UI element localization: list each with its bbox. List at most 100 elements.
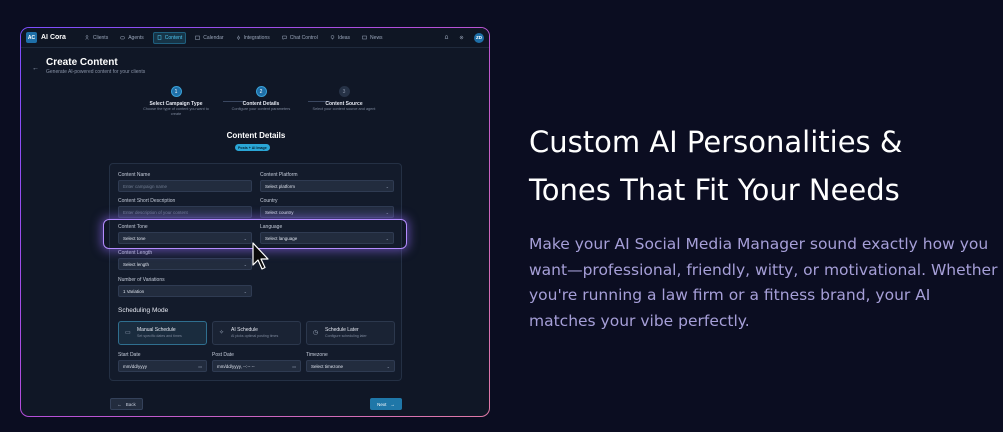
nav-label: Content <box>164 34 183 41</box>
headline-line-2: Tones That Fit Your Needs <box>529 173 900 207</box>
calendar-icon <box>195 35 201 40</box>
logo-badge: AC <box>26 32 37 43</box>
manual-schedule-option[interactable]: ▭ Manual Schedule Set specific dates and… <box>118 321 207 345</box>
option-desc: Configure scheduling later <box>325 334 367 338</box>
variations-value: 1 Variation <box>123 288 145 294</box>
chevron-down-icon: ⌄ <box>243 288 247 294</box>
option-title: Manual Schedule <box>137 327 176 333</box>
country-select[interactable]: Select country ⌄ <box>260 206 394 218</box>
post-date-label: Post Date <box>212 352 234 358</box>
chevron-down-icon: ⌄ <box>386 363 390 369</box>
logo[interactable]: AC AI Cora <box>26 32 66 43</box>
next-button[interactable]: Next → <box>370 398 402 410</box>
back-label: Back <box>125 401 136 407</box>
back-button[interactable]: ← Back <box>110 398 143 410</box>
nav-item-agents[interactable]: Agents <box>117 33 147 43</box>
calendar-icon: ▭ <box>292 363 296 369</box>
step-desc: Configure your content parameters <box>231 107 291 111</box>
nav-label: News <box>370 34 383 41</box>
plug-icon <box>236 35 240 40</box>
step-1[interactable]: 1 Select Campaign Type Choose the type o… <box>141 86 211 117</box>
step-2[interactable]: 2 Content Details Configure your content… <box>226 86 296 112</box>
clock-icon: ◷ <box>313 330 319 336</box>
sparkle-icon: ✧ <box>219 330 225 336</box>
option-desc: AI picks optimal posting times <box>231 334 279 338</box>
nav-item-calendar[interactable]: Calendar <box>192 33 226 43</box>
gear-icon[interactable] <box>459 35 464 40</box>
timezone-value: Select timezone <box>311 363 344 369</box>
timezone-select[interactable]: Select timezone ⌄ <box>306 360 395 372</box>
newspaper-icon <box>362 35 367 40</box>
step-number: 1 <box>170 86 182 97</box>
section-title: Content Details <box>226 131 286 140</box>
content-name-placeholder: Enter campaign name <box>123 183 168 189</box>
step-desc: Select your content source and agent <box>312 107 376 111</box>
nav-item-clients[interactable]: Clients <box>82 33 111 43</box>
bot-icon <box>120 36 125 40</box>
content-details-card: Content Name Enter campaign name Content… <box>109 163 402 381</box>
country-value: Select country <box>265 209 294 215</box>
variations-label: Number of Variations <box>118 277 165 283</box>
ai-schedule-option[interactable]: ✧ AI Schedule AI picks optimal posting t… <box>212 321 301 345</box>
users-icon <box>85 35 89 40</box>
chevron-down-icon: ⌄ <box>385 209 389 215</box>
headline-line-1: Custom AI Personalities & <box>529 125 903 159</box>
short-desc-placeholder: Enter description of your content <box>123 209 188 215</box>
arrow-left-icon: ← <box>117 401 122 407</box>
app-name: AI Cora <box>41 34 66 41</box>
calendar-icon: ▭ <box>125 330 131 336</box>
chat-icon <box>281 35 287 40</box>
nav-item-ideas[interactable]: Ideas <box>327 33 353 43</box>
option-title: AI Schedule <box>231 327 258 333</box>
marketing-paragraph: Make your AI Social Media Manager sound … <box>529 235 998 330</box>
step-desc: Choose the type of content you want to c… <box>143 107 209 116</box>
schedule-later-option[interactable]: ◷ Schedule Later Configure scheduling la… <box>306 321 395 345</box>
back-arrow-icon[interactable]: ← <box>32 65 39 72</box>
nav-item-chat-control[interactable]: Chat Control <box>279 33 321 43</box>
platform-select[interactable]: Select platform ⌄ <box>260 180 394 192</box>
nav-label: Agents <box>128 34 144 41</box>
step-number: 3 <box>338 86 350 97</box>
stepper: 1 Select Campaign Type Choose the type o… <box>141 86 381 126</box>
length-label: Content Length <box>118 250 153 256</box>
marketing-headline: Custom AI Personalities & Tones That Fit… <box>529 118 989 214</box>
nav-label: Ideas <box>337 34 351 41</box>
timezone-label: Timezone <box>306 352 328 358</box>
platform-value: Select platform <box>265 183 296 189</box>
nav-item-news[interactable]: News <box>359 33 386 43</box>
country-label: Country <box>260 198 278 204</box>
option-title: Schedule Later <box>325 327 359 333</box>
nav-item-content[interactable]: Content <box>152 31 187 44</box>
content-name-input[interactable]: Enter campaign name <box>118 180 252 192</box>
nav-item-integrations[interactable]: Integrations <box>233 33 273 43</box>
length-select[interactable]: Select length ⌄ <box>118 258 252 270</box>
top-nav: AC AI Cora Clients Agents Content Calend… <box>21 28 489 48</box>
scheduling-title: Scheduling Mode <box>118 307 169 314</box>
next-label: Next <box>377 401 387 407</box>
avatar[interactable]: ZD <box>474 32 484 43</box>
short-desc-input[interactable]: Enter description of your content <box>118 206 252 218</box>
length-value: Select length <box>123 261 150 267</box>
content-name-label: Content Name <box>118 172 151 178</box>
nav-label: Clients <box>92 34 109 41</box>
step-3[interactable]: 3 Content Source Select your content sou… <box>309 86 379 112</box>
start-date-label: Start Date <box>118 352 141 358</box>
nav-label: Integrations <box>243 34 270 41</box>
option-desc: Set specific dates and times <box>137 334 182 338</box>
calendar-icon: ▭ <box>198 363 202 369</box>
content-type-badge: Posts + AI Image <box>235 144 270 151</box>
chevron-down-icon: ⌄ <box>243 261 247 267</box>
nav-label: Calendar <box>203 34 224 41</box>
chevron-down-icon: ⌄ <box>385 183 389 189</box>
nav-actions: ZD <box>444 32 484 43</box>
mouse-cursor-icon <box>252 242 269 270</box>
page-subtitle: Generate AI-powered content for your cli… <box>46 69 146 75</box>
start-date-input[interactable]: mm/dd/yyyy ▭ <box>118 360 207 372</box>
bell-icon[interactable] <box>444 35 449 40</box>
platform-label: Content Platform <box>260 172 298 178</box>
arrow-right-icon: → <box>390 401 395 407</box>
nav-label: Chat Control <box>289 34 318 41</box>
variations-select[interactable]: 1 Variation ⌄ <box>118 285 252 297</box>
post-date-input[interactable]: mm/dd/yyyy, --:-- -- ▭ <box>212 360 301 372</box>
step-number: 2 <box>255 86 267 97</box>
